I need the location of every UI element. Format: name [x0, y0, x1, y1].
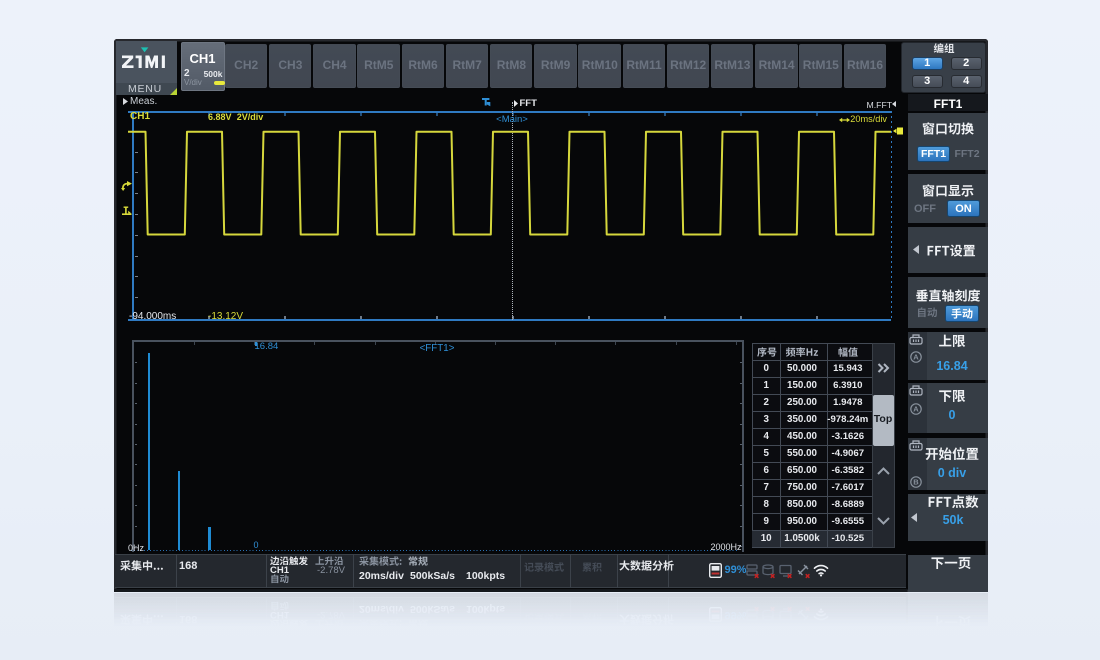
svg-text:A: A: [913, 405, 919, 414]
svg-text:B: B: [913, 478, 919, 487]
svg-text:A: A: [913, 353, 919, 362]
